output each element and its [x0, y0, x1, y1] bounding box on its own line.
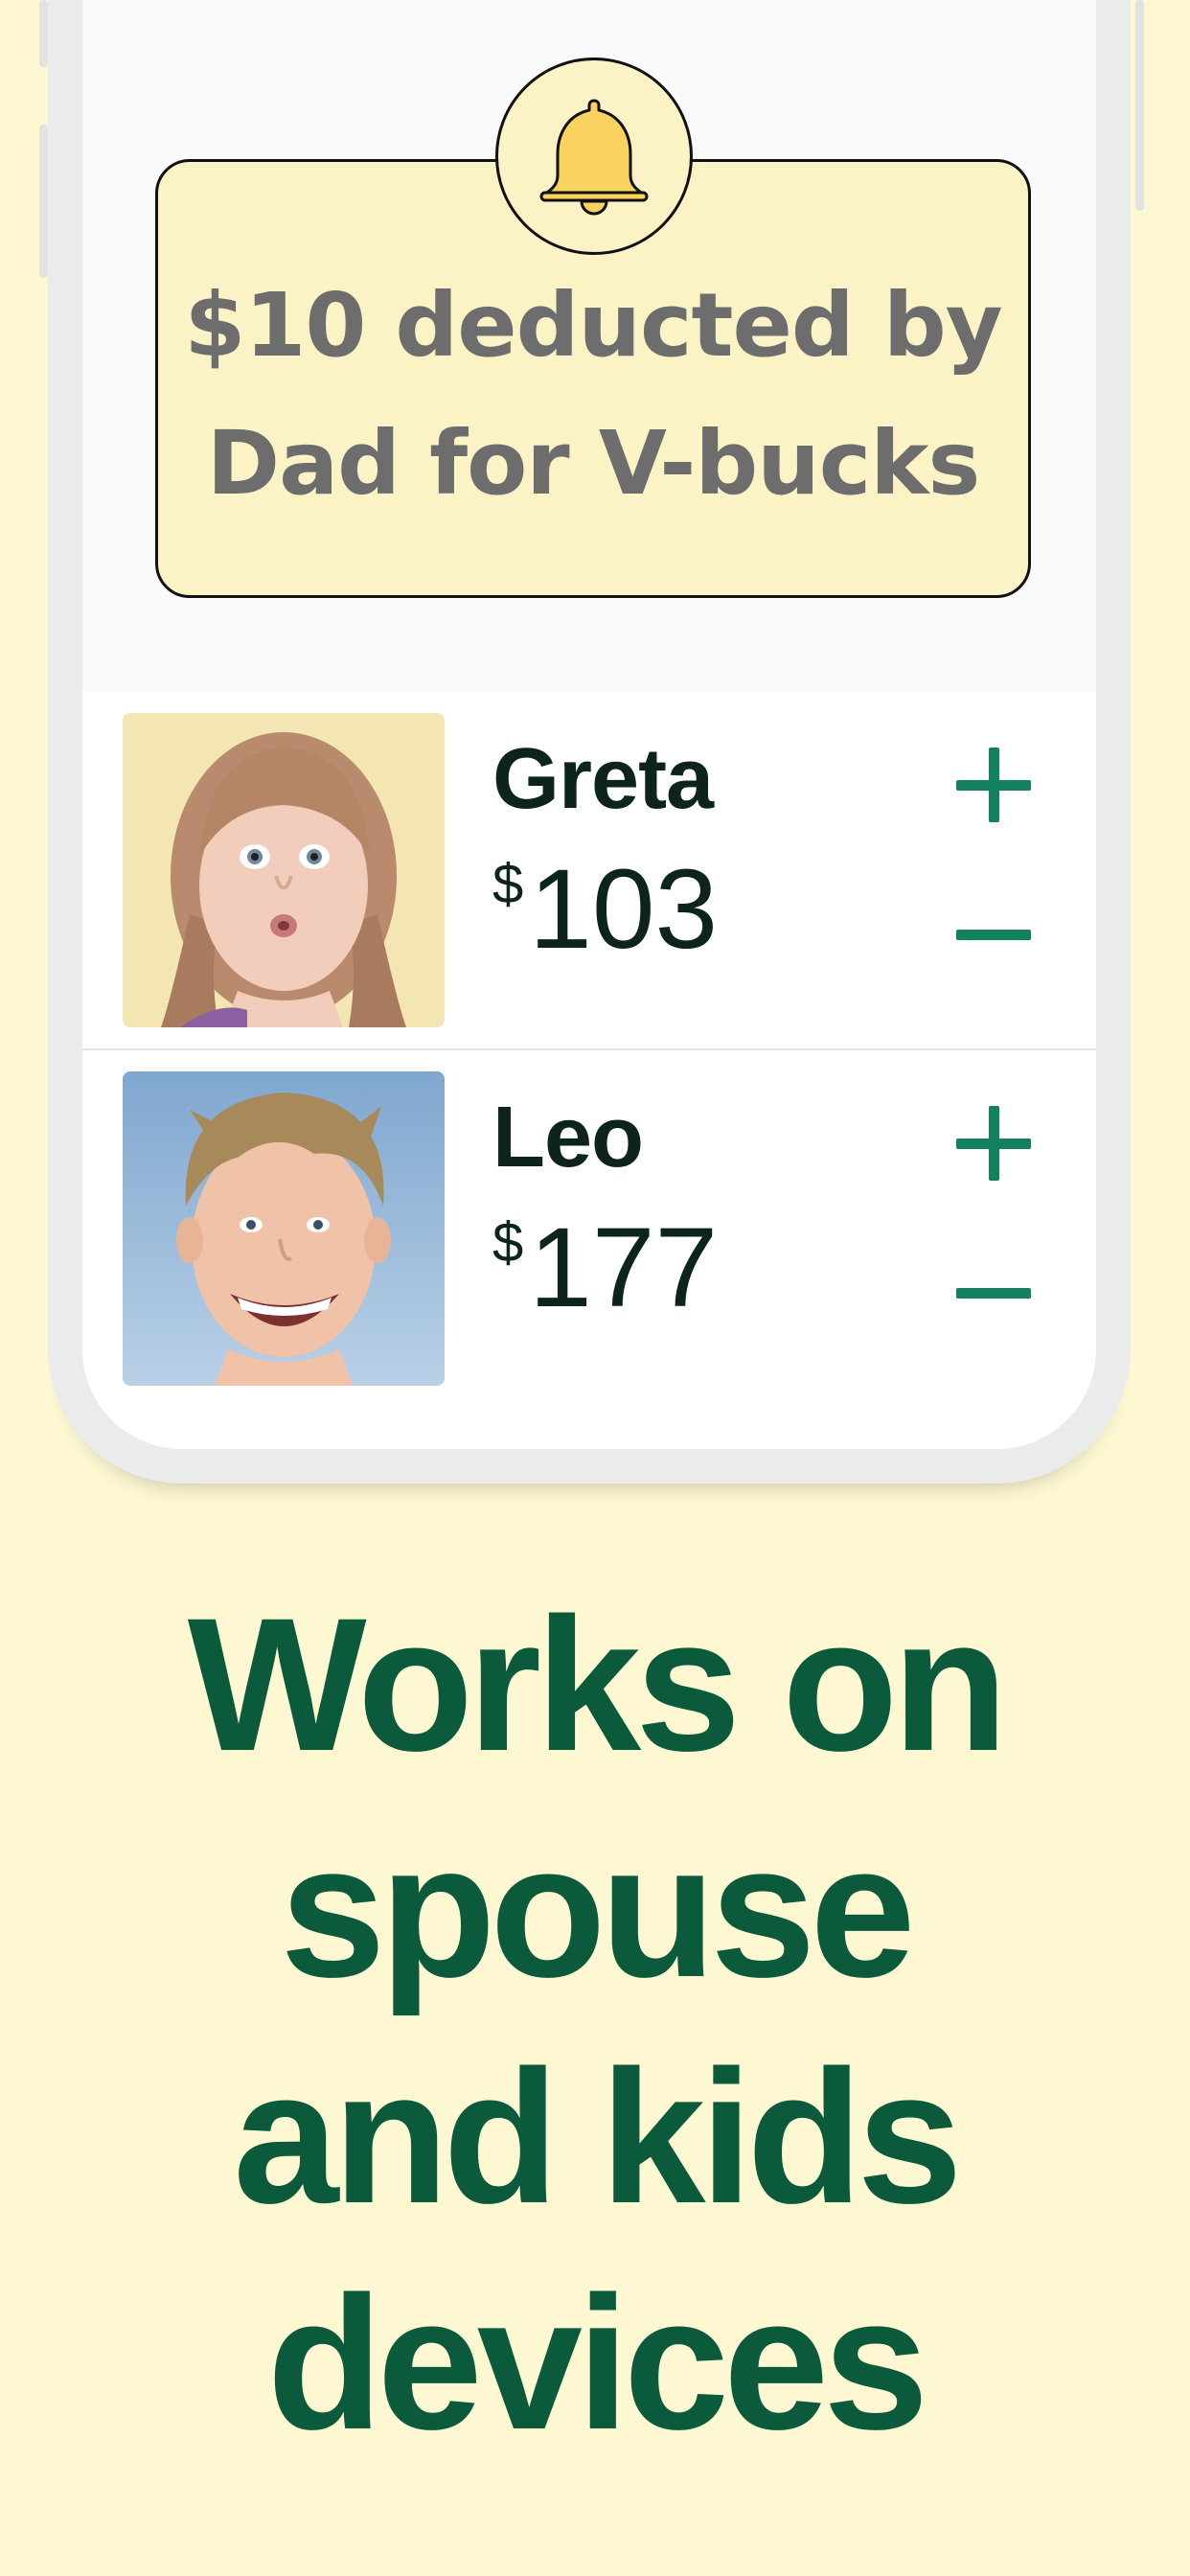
deduct-money-button[interactable]: [950, 891, 1037, 978]
balance-value: 177: [529, 1205, 719, 1331]
kid-name: Greta: [492, 731, 714, 827]
list-item: Leo $177: [82, 1050, 1096, 1407]
currency-symbol: $: [492, 1211, 524, 1274]
plus-icon: [956, 748, 1031, 822]
bell-icon: [539, 99, 649, 216]
add-money-button[interactable]: [950, 742, 1037, 828]
avatar-leo: [123, 1071, 445, 1386]
phone-side-button: [1135, 0, 1144, 211]
currency-symbol: $: [492, 853, 524, 915]
notification-line-2: Dad for V-bucks: [206, 412, 981, 515]
avatar-greta: [123, 713, 445, 1027]
kid-name: Leo: [492, 1090, 644, 1185]
girl-photo: [123, 713, 445, 1027]
deduct-money-button[interactable]: [950, 1250, 1037, 1336]
tagline-line-3: and kids: [233, 2031, 962, 2242]
tagline: Works on spouse and kids devices: [0, 1572, 1190, 2476]
minus-icon: [956, 1288, 1031, 1299]
phone-side-button: [39, 0, 48, 67]
kids-list: Greta $103 Leo $177: [82, 692, 1096, 1449]
phone-screen: $10 deducted by Dad for V-bucks Greta $1…: [82, 0, 1096, 1449]
tagline-line-2: spouse: [280, 1805, 915, 2016]
notification-line-1: $10 deducted by: [184, 274, 1002, 377]
phone-frame: $10 deducted by Dad for V-bucks Greta $1…: [48, 0, 1131, 1484]
minus-icon: [956, 930, 1031, 940]
notification-text: $10 deducted by Dad for V-bucks: [184, 257, 1002, 533]
tagline-line-4: devices: [266, 2257, 929, 2469]
add-money-button[interactable]: [950, 1100, 1037, 1186]
tagline-line-1: Works on: [187, 1578, 1008, 1790]
balance-value: 103: [529, 846, 719, 973]
kid-balance: $103: [492, 853, 718, 966]
boy-photo: [123, 1071, 445, 1386]
list-item: Greta $103: [82, 692, 1096, 1050]
plus-icon: [956, 1106, 1031, 1181]
phone-side-button: [39, 125, 48, 278]
kid-balance: $177: [492, 1211, 718, 1324]
bell-badge: [495, 58, 693, 255]
